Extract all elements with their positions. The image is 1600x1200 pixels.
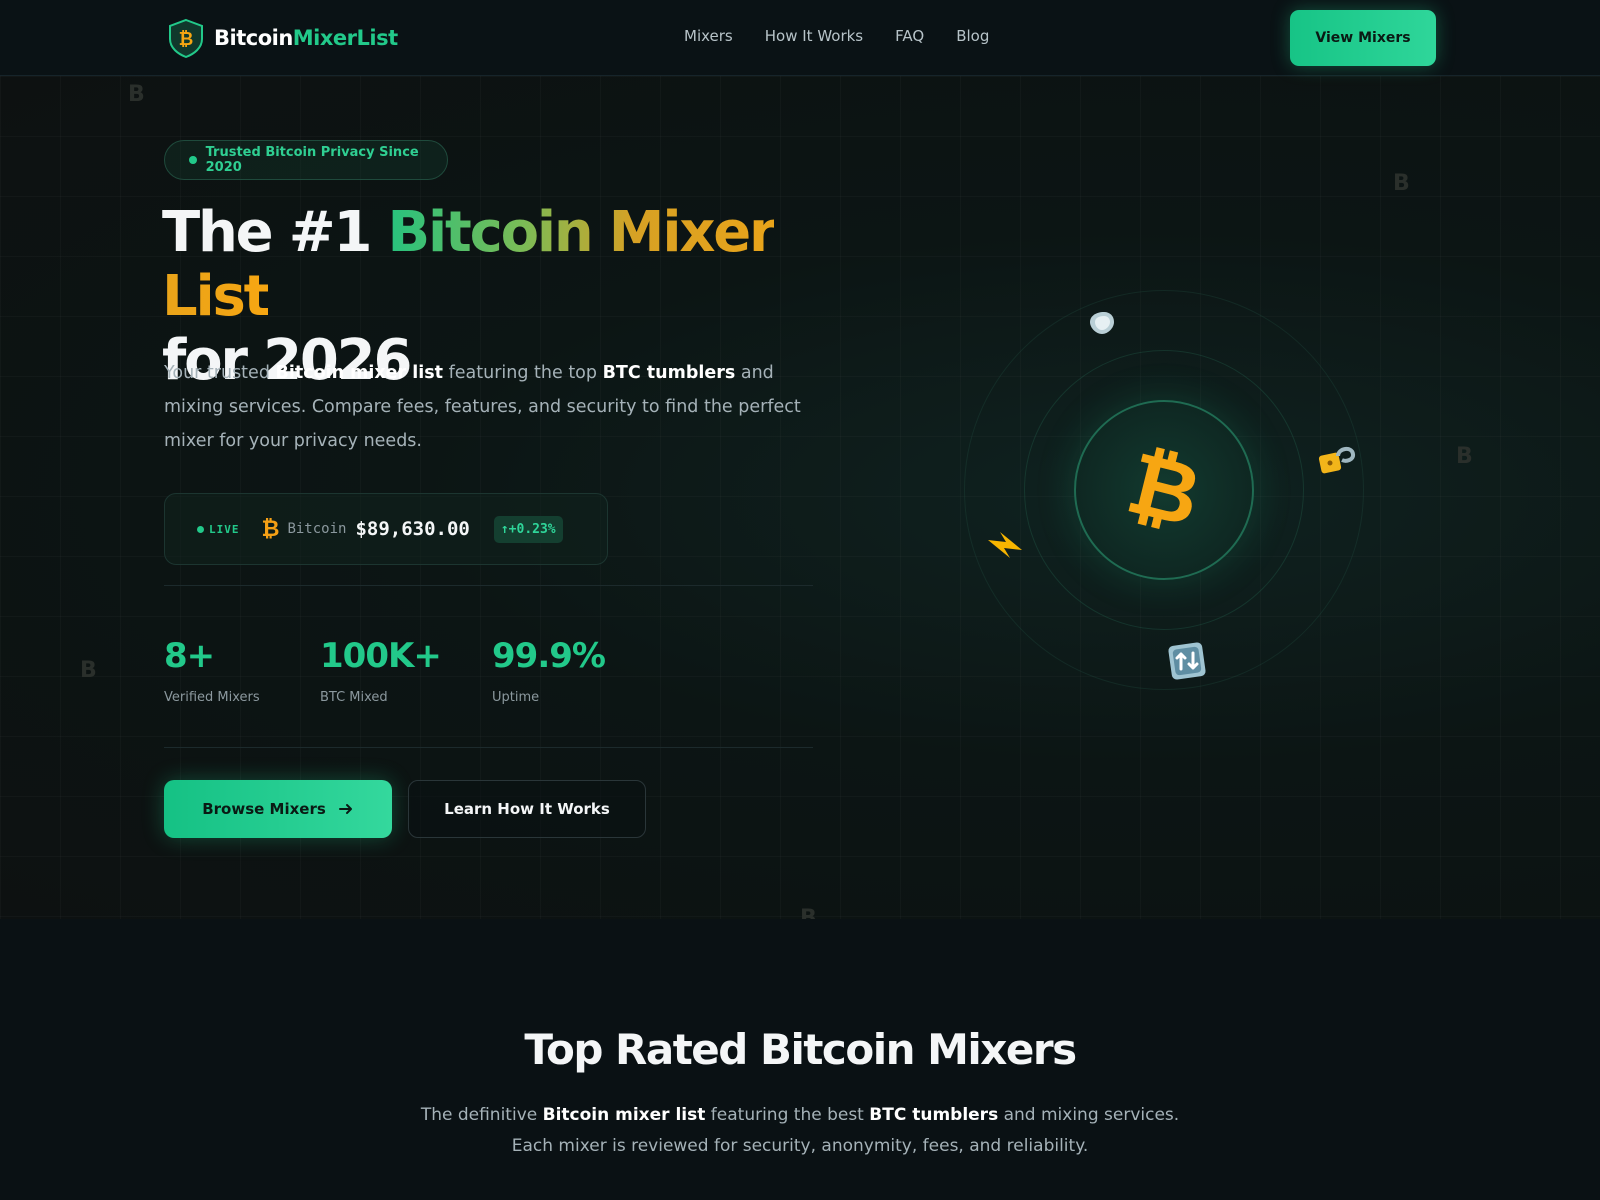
hero-section: B B B B B Trusted Bitcoin Privacy Since … [0, 76, 1600, 919]
price-change-badge: ↑+0.23% [493, 515, 563, 543]
learn-how-it-works-button[interactable]: Learn How It Works [408, 780, 646, 838]
divider [164, 585, 813, 586]
price-ticker: LIVE ₿ Bitcoin $89,630.00 ↑+0.23% [164, 493, 608, 565]
logo[interactable]: ₿ BitcoinMixerList [167, 18, 398, 58]
trust-badge-text: Trusted Bitcoin Privacy Since 2020 [205, 145, 419, 175]
nav-link-faq[interactable]: FAQ [895, 27, 924, 45]
nav-link-blog[interactable]: Blog [956, 27, 989, 45]
stat-label: Uptime [492, 690, 540, 705]
section-description-text: featuring the best [705, 1105, 870, 1125]
hero-description-text: Your trusted [164, 363, 276, 383]
main-nav: Mixers How It Works FAQ Blog [684, 27, 989, 45]
logo-text-mixerlist: MixerList [292, 26, 398, 50]
section-description: The definitive Bitcoin mixer list featur… [420, 1100, 1180, 1162]
bitcoin-icon: ₿ [261, 517, 280, 542]
bitcoin-icon: ₿ [1117, 433, 1211, 547]
btc-price: $89,630.00 [355, 518, 470, 540]
hero-title-prefix: The #1 [162, 200, 388, 265]
section-title: Top Rated Bitcoin Mixers [524, 1025, 1077, 1074]
hero-description-text: featuring the top [443, 363, 603, 383]
hero-description-bold: Bitcoin mixer list [275, 363, 444, 383]
divider [164, 747, 813, 748]
stat-verified-mixers: 8+ Verified Mixers [164, 636, 260, 705]
logo-text: BitcoinMixerList [214, 26, 398, 50]
shield-bitcoin-logo-icon: ₿ [169, 18, 203, 58]
nav-link-how-it-works[interactable]: How It Works [765, 27, 863, 45]
logo-text-bitcoin: Bitcoin [214, 26, 293, 50]
section-description-text: The definitive [420, 1105, 543, 1125]
stat-btc-mixed: 100K+ BTC Mixed [320, 636, 442, 705]
stat-uptime: 99.9% Uptime [492, 636, 606, 705]
trust-badge: Trusted Bitcoin Privacy Since 2020 [164, 140, 448, 180]
stat-label: Verified Mixers [164, 690, 260, 705]
status-dot-icon [189, 156, 197, 164]
bitcoin-core-circle: ₿ [1074, 400, 1254, 580]
exchange-icon [1168, 642, 1206, 680]
section-description-bold: Bitcoin mixer list [542, 1105, 706, 1125]
stat-value: 8+ [164, 636, 215, 676]
background-bitcoin-glyph-icon: B [128, 82, 145, 107]
svg-text:₿: ₿ [179, 29, 194, 50]
view-mixers-button[interactable]: View Mixers [1290, 10, 1436, 66]
hero-description-bold: BTC tumblers [602, 363, 736, 383]
live-label: LIVE [209, 522, 240, 536]
background-bitcoin-glyph-icon: B [800, 906, 817, 919]
lightning-icon [988, 532, 1022, 558]
stat-value: 99.9% [492, 636, 606, 676]
site-header: ₿ BitcoinMixerList Mixers How It Works F… [0, 0, 1600, 76]
background-bitcoin-glyph-icon: B [1456, 444, 1473, 469]
arrow-right-icon [338, 804, 352, 814]
background-bitcoin-glyph-icon: B [1393, 171, 1410, 196]
lock-icon [1318, 447, 1356, 474]
coin-name: Bitcoin [287, 521, 347, 537]
nav-link-mixers[interactable]: Mixers [684, 27, 733, 45]
shield-icon [1090, 312, 1114, 334]
hero-description: Your trusted Bitcoin mixer list featurin… [164, 356, 824, 458]
browse-mixers-button[interactable]: Browse Mixers [164, 780, 392, 838]
stat-label: BTC Mixed [320, 690, 388, 705]
background-bitcoin-glyph-icon: B [80, 658, 97, 683]
section-description-bold: BTC tumblers [869, 1105, 999, 1125]
browse-mixers-label: Browse Mixers [202, 800, 326, 818]
stat-value: 100K+ [320, 636, 442, 676]
live-dot-icon [197, 525, 204, 533]
